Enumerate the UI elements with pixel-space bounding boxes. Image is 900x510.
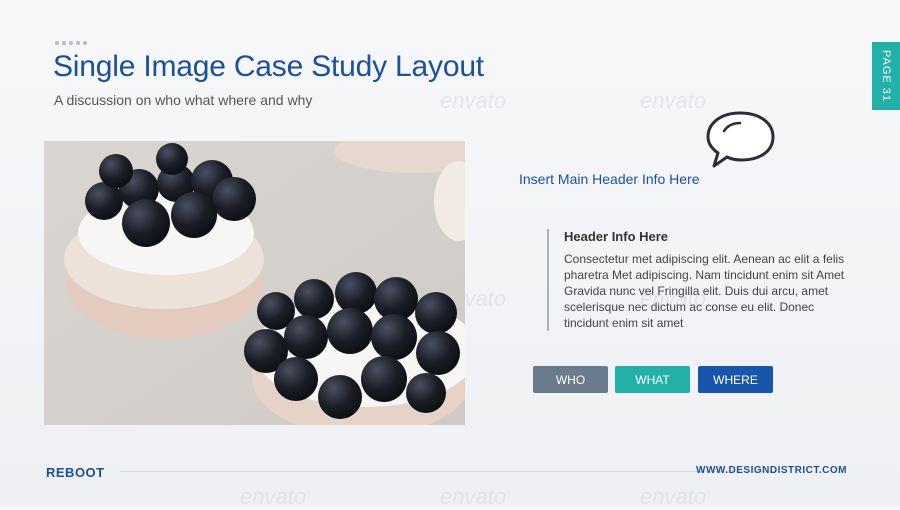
- brand-logo: REBOOT: [46, 465, 105, 480]
- watermark: envato: [240, 484, 307, 509]
- case-study-photo: [44, 141, 465, 425]
- cupcakes-image: [44, 141, 465, 425]
- page-subtitle: A discussion on who what where and why: [54, 92, 313, 108]
- footer-divider: [120, 471, 780, 472]
- main-header: Insert Main Header Info Here: [519, 171, 700, 187]
- who-button[interactable]: WHO: [533, 366, 608, 393]
- website-link[interactable]: WWW.DESIGNDISTRICT.COM: [696, 465, 847, 476]
- page-title: Single Image Case Study Layout: [53, 50, 484, 83]
- decor-dots: [55, 41, 87, 45]
- speech-bubble-icon: [706, 111, 775, 168]
- info-body: Consectetur met adipiscing elit. Aenean …: [564, 252, 845, 330]
- watermark: envato: [440, 484, 507, 509]
- watermark: envato: [640, 484, 707, 509]
- info-title: Header Info Here: [564, 229, 669, 244]
- watermark: envato: [440, 88, 507, 113]
- what-button[interactable]: WHAT: [615, 366, 690, 393]
- page-number-tab: PAGE 31: [872, 42, 900, 110]
- where-button[interactable]: WHERE: [698, 366, 773, 393]
- info-block: Header Info Here Consectetur met adipisc…: [547, 229, 854, 331]
- page-number-label: PAGE 31: [880, 49, 892, 103]
- watermark: envato: [640, 88, 707, 113]
